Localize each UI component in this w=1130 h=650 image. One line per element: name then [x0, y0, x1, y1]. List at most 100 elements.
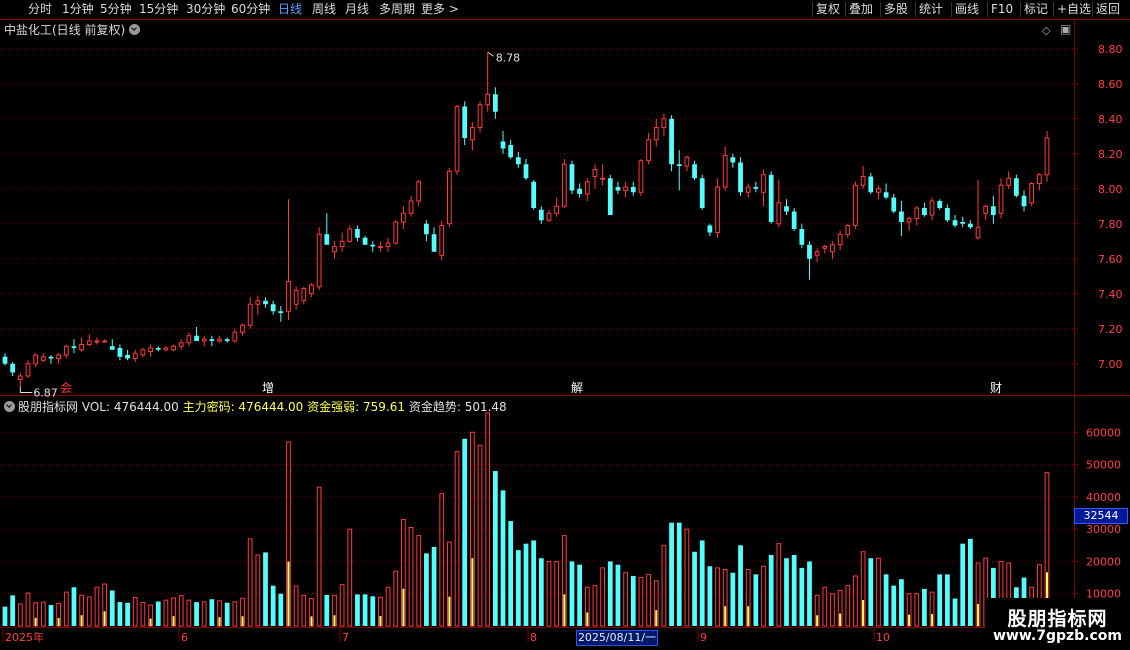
volume-bar — [492, 471, 498, 626]
volume-inner-bar — [586, 612, 589, 626]
candle-body — [477, 104, 483, 128]
volume-inner-bar — [402, 588, 405, 626]
candle-body — [615, 187, 621, 191]
volume-inner-bar — [908, 614, 911, 626]
candle-body — [424, 223, 429, 235]
volume-bar — [623, 572, 628, 627]
volume-bar — [370, 596, 376, 626]
volume-bar — [761, 565, 766, 627]
candle-body — [339, 240, 345, 247]
volume-inner-bar — [149, 618, 152, 626]
volume-bar — [669, 522, 674, 626]
volume-bar — [163, 599, 169, 627]
volume-bar — [868, 558, 874, 626]
candle-body — [998, 184, 1004, 214]
candle-body — [975, 226, 981, 239]
candle-body — [523, 164, 529, 179]
candle-body — [278, 311, 284, 313]
volume-bar — [2, 606, 8, 626]
candle-body — [837, 233, 843, 246]
candle-body — [408, 200, 414, 214]
candle-body — [439, 225, 445, 256]
volume-bar — [807, 561, 812, 626]
candle-body — [745, 186, 751, 193]
volume-bar — [615, 564, 621, 626]
candle-body — [401, 212, 406, 223]
volume-inner-bar — [471, 558, 474, 626]
price-tick-label: 7.60 — [1098, 253, 1123, 266]
kline-chart[interactable]: 8.80 8.60 8.40 8.20 8.00 7.80 7.60 7.40 7.20 7.00… — [0, 0, 1130, 650]
volume-bar — [630, 575, 636, 626]
candle-body — [178, 342, 184, 347]
volume-bar — [385, 586, 391, 627]
candle-body — [845, 225, 851, 235]
candle-body — [531, 181, 537, 208]
volume-bar — [676, 522, 682, 626]
volume-bar — [899, 579, 904, 626]
volume-bar — [140, 601, 146, 627]
volume-bar — [362, 594, 368, 626]
candle-body — [515, 157, 521, 165]
candle-body — [155, 348, 161, 350]
volume-bar — [454, 451, 460, 627]
date-tick-label: 6 — [181, 631, 188, 644]
volume-bar — [477, 444, 483, 627]
candle-body — [86, 340, 92, 345]
date-tick-label: 8 — [530, 631, 537, 644]
candle-body — [1006, 177, 1012, 186]
volume-bar — [293, 585, 299, 627]
volume-inner-bar — [379, 615, 382, 626]
volume-bar — [155, 601, 161, 626]
price-tick-label: 8.00 — [1098, 183, 1123, 196]
candle-body — [669, 118, 674, 165]
candle-body — [929, 200, 935, 216]
candle-body — [17, 375, 23, 380]
volume-bar — [270, 585, 276, 626]
candle-body — [370, 244, 376, 247]
candle-body — [676, 164, 682, 166]
volume-bar — [71, 587, 77, 626]
volume-bar — [278, 593, 284, 626]
candle-body — [217, 338, 222, 342]
candle-body — [163, 347, 169, 351]
candle-body — [860, 176, 866, 186]
candle-body — [730, 157, 736, 163]
date-tick-label: 2025年 — [5, 630, 44, 644]
candle-body — [270, 304, 276, 312]
price-tick-label: 8.40 — [1098, 113, 1123, 126]
volume-bar — [937, 574, 943, 626]
candle-body — [584, 181, 590, 195]
candle-body — [125, 355, 130, 359]
volume-bar — [86, 596, 92, 627]
volume-bar — [730, 572, 736, 626]
candle-body — [561, 163, 567, 207]
volume-bar — [508, 521, 514, 626]
candle-body — [324, 234, 330, 245]
volume-bar — [523, 543, 529, 626]
volume-bar — [439, 493, 445, 627]
low-price-label: 6.87 — [33, 387, 58, 400]
candle-body — [883, 192, 889, 198]
candle-body — [699, 178, 705, 208]
candle-body — [546, 212, 552, 221]
volume-bar — [914, 593, 920, 627]
volume-bar — [201, 601, 207, 627]
candle-body — [952, 220, 958, 226]
candle-body — [692, 164, 697, 179]
candle-body — [784, 206, 789, 212]
volume-inner-bar — [816, 615, 819, 626]
volume-bar — [94, 586, 100, 627]
candle-body — [140, 349, 146, 356]
volume-bar — [194, 602, 199, 626]
candle-body — [171, 345, 176, 351]
high-pointer — [487, 51, 494, 57]
volume-inner-bar — [724, 606, 727, 626]
volume-bar — [48, 605, 54, 626]
volume-bar — [431, 546, 437, 626]
volume-inner-bar — [103, 611, 106, 626]
volume-bar — [753, 574, 759, 626]
candle-body — [684, 156, 690, 167]
volume-bar — [661, 544, 667, 627]
volume-bar — [776, 543, 782, 627]
volume-bar — [209, 599, 215, 626]
